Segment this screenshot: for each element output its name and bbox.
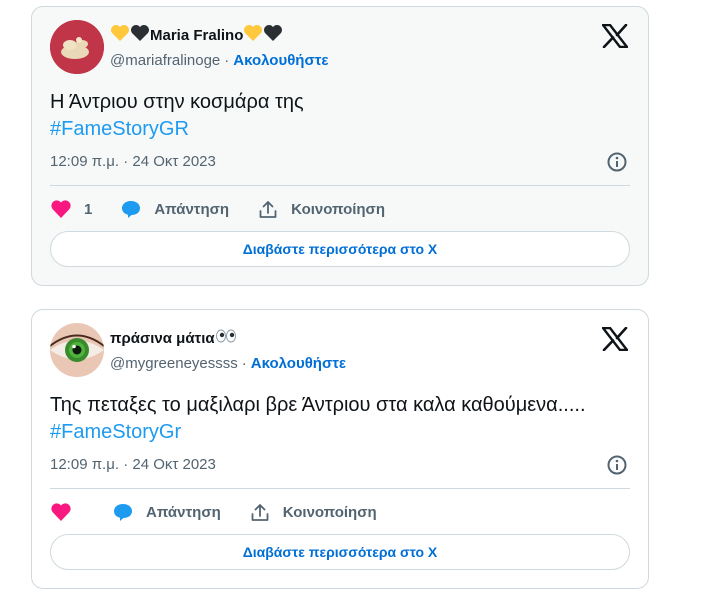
timestamp[interactable]: 12:09 π.μ. · 24 Οκτ 2023 [50,153,216,170]
read-more-button[interactable]: Διαβάστε περισσότερα στο X [50,231,630,267]
reply-button[interactable]: Απάντηση [112,502,221,522]
like-count: 1 [84,200,93,218]
follow-button[interactable]: Ακολουθήστε [233,52,328,69]
heart-icon [51,200,71,218]
share-icon [251,504,269,521]
display-name[interactable]: Maria Fralino [150,27,243,44]
display-name-row[interactable]: Maria Fralino [110,23,283,47]
tweet-text-content: Της πεταξες το μαξιλαρι βρε Άντριου στα … [50,394,586,416]
black-heart-icon [130,24,150,46]
action-bar: Απάντηση Κοινοποίηση [50,500,405,524]
x-logo-icon[interactable] [601,326,629,352]
tweet-text-content: Η Άντριου στην κοσμάρα της [50,91,304,113]
timestamp[interactable]: 12:09 π.μ. · 24 Οκτ 2023 [50,456,216,473]
follow-button[interactable]: Ακολουθήστε [251,355,346,372]
heart-icon [51,503,71,521]
display-name[interactable]: πράσινα μάτια [110,330,215,347]
handle-row: @mygreeneyessss · Ακολουθήστε [110,355,346,372]
x-logo-icon[interactable] [601,23,629,49]
user-handle[interactable]: @mygreeneyessss [110,355,238,372]
info-icon[interactable] [606,151,628,173]
share-button[interactable]: Κοινοποίηση [257,199,385,219]
tweet-card-1: Maria Fralino @mariafralinoge · Ακολουθήστ… [31,6,649,286]
eyes-icon [215,328,237,348]
avatar[interactable] [50,20,104,74]
reply-label: Απάντηση [154,200,230,218]
action-bar: 1 Απάντηση Κοινοποίηση [50,197,413,221]
read-more-button[interactable]: Διαβάστε περισσότερα στο X [50,534,630,570]
reply-label: Απάντηση [146,503,221,521]
share-icon [259,201,277,218]
hashtag-link[interactable]: #FameStoryGR [50,118,189,140]
handle-row: @mariafralinoge · Ακολουθήστε [110,52,329,69]
tweet-card-2: πράσινα μάτια @mygreeneyessss · Ακολουθήστ… [31,309,649,589]
yellow-heart-icon [110,24,130,46]
divider [50,185,630,186]
reply-icon [122,201,141,218]
divider [50,488,630,489]
reply-button[interactable]: Απάντηση [120,199,229,219]
reply-icon [114,504,132,521]
yellow-heart-icon [243,24,263,46]
user-handle[interactable]: @mariafralinoge [110,52,220,69]
tweet-text: Η Άντριου στην κοσμάρα της #FameStoryGR [50,89,630,143]
share-label: Κοινοποίηση [291,200,385,218]
tweet-text: Της πεταξες το μαξιλαρι βρε Άντριου στα … [50,392,630,446]
avatar[interactable] [50,323,104,377]
like-button[interactable]: 1 [50,199,92,219]
hashtag-link[interactable]: #FameStoryGr [50,421,181,443]
black-heart-icon [263,24,283,46]
like-button[interactable] [50,502,84,522]
share-label: Κοινοποίηση [282,503,377,521]
info-icon[interactable] [606,454,628,476]
share-button[interactable]: Κοινοποίηση [249,502,377,522]
display-name-row[interactable]: πράσινα μάτια [110,326,237,350]
separator: · [224,52,230,69]
separator: · [241,355,247,372]
